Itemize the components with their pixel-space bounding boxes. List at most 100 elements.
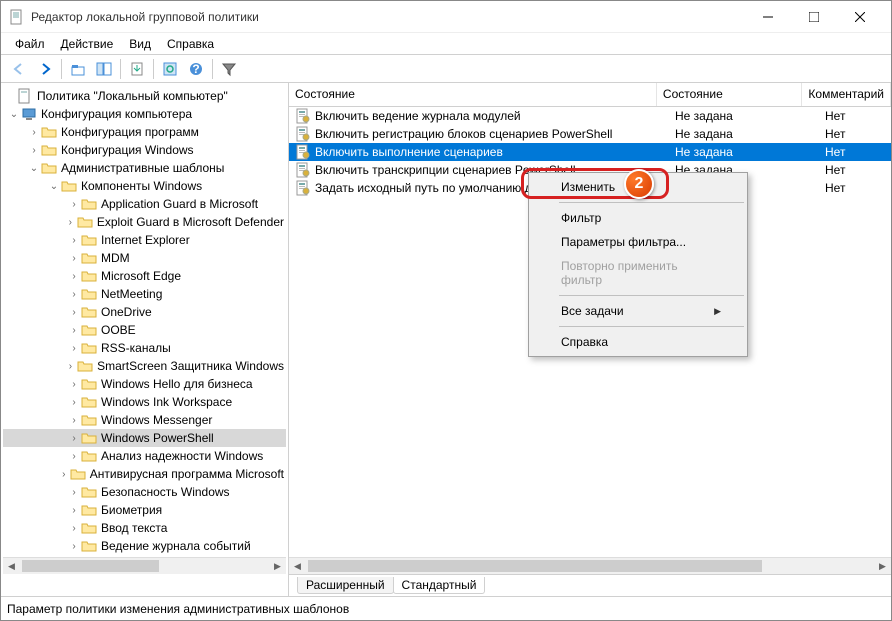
tree-item[interactable]: ›Анализ надежности Windows — [3, 447, 286, 465]
policy-state: Не задана — [669, 108, 819, 124]
menu-help[interactable]: Справка — [159, 35, 222, 53]
folder-icon — [81, 376, 97, 392]
tree-software[interactable]: › Конфигурация программ — [3, 123, 286, 141]
tree-item-label: OOBE — [99, 323, 138, 337]
show-hide-tree-button[interactable] — [92, 57, 116, 81]
folder-icon — [41, 160, 57, 176]
help-button[interactable]: ? — [184, 57, 208, 81]
tree-item[interactable]: ›OOBE — [3, 321, 286, 339]
tree-item-label: Windows PowerShell — [99, 431, 216, 445]
tree-item-label: Internet Explorer — [99, 233, 192, 247]
tree-item-label: SmartScreen Защитника Windows — [95, 359, 286, 373]
ctx-filter[interactable]: Фильтр — [531, 206, 745, 230]
tree-item-label: Application Guard в Microsoft — [99, 197, 260, 211]
tree-item-label: Антивирусная программа Microsoft — [88, 467, 286, 481]
policy-comment: Нет — [819, 108, 891, 124]
titlebar: Редактор локальной групповой политики — [1, 1, 891, 33]
column-comment[interactable]: Комментарий — [802, 83, 891, 106]
tree-windows-conf[interactable]: › Конфигурация Windows — [3, 141, 286, 159]
policy-state: Не задана — [669, 126, 819, 142]
tree-admin-templates[interactable]: ⌄ Административные шаблоны — [3, 159, 286, 177]
tree-item[interactable]: ›SmartScreen Защитника Windows — [3, 357, 286, 375]
export-button[interactable] — [125, 57, 149, 81]
tree-item-label: Exploit Guard в Microsoft Defender — [95, 215, 286, 229]
list-header: Состояние Состояние Комментарий — [289, 83, 891, 107]
tree-item[interactable]: ›Ведение журнала событий — [3, 537, 286, 555]
tree-root[interactable]: ▸ Политика "Локальный компьютер" — [3, 87, 286, 105]
policy-name: Включить выполнение сценариев — [315, 145, 503, 159]
folder-icon — [81, 250, 97, 266]
list-row[interactable]: Включить ведение журнала модулейНе задан… — [289, 107, 891, 125]
policy-comment: Нет — [819, 144, 891, 160]
policy-comment: Нет — [819, 162, 891, 178]
menu-view[interactable]: Вид — [121, 35, 159, 53]
list-hscrollbar[interactable]: ◀▶ — [289, 557, 891, 574]
content-area: ▸ Политика "Локальный компьютер" ⌄ Конфи… — [1, 83, 891, 596]
tree-item[interactable]: ›Application Guard в Microsoft — [3, 195, 286, 213]
folder-icon — [81, 268, 97, 284]
tree-hscrollbar[interactable]: ◀▶ — [3, 557, 286, 574]
tree-item[interactable]: ›Безопасность Windows — [3, 483, 286, 501]
tree-item[interactable]: ›RSS-каналы — [3, 339, 286, 357]
ctx-help[interactable]: Справка — [531, 330, 745, 354]
folder-icon — [61, 178, 77, 194]
menu-file[interactable]: Файл — [7, 35, 53, 53]
folder-icon — [81, 430, 97, 446]
up-button[interactable] — [66, 57, 90, 81]
list-row[interactable]: Включить выполнение сценариевНе заданаНе… — [289, 143, 891, 161]
ctx-separator — [559, 326, 744, 327]
tree-item-label: MDM — [99, 251, 132, 265]
refresh-button[interactable] — [158, 57, 182, 81]
tree-item[interactable]: ›Internet Explorer — [3, 231, 286, 249]
setting-icon — [295, 126, 311, 142]
tree-item[interactable]: ›Windows Ink Workspace — [3, 393, 286, 411]
tree-item[interactable]: ›Windows Hello для бизнеса — [3, 375, 286, 393]
tab-standard[interactable]: Стандартный — [393, 577, 486, 594]
step-badge: 2 — [624, 169, 654, 199]
maximize-button[interactable] — [791, 2, 837, 32]
tree-item[interactable]: ›Exploit Guard в Microsoft Defender — [3, 213, 286, 231]
menubar: Файл Действие Вид Справка — [1, 33, 891, 55]
ctx-reapply-filter: Повторно применить фильтр — [531, 254, 745, 292]
folder-icon — [81, 502, 97, 518]
back-button[interactable] — [7, 57, 31, 81]
tree-item[interactable]: ›Windows Messenger — [3, 411, 286, 429]
tree-win-components[interactable]: ⌄ Компоненты Windows — [3, 177, 286, 195]
setting-icon — [295, 144, 311, 160]
folder-icon — [81, 286, 97, 302]
ctx-all-tasks[interactable]: Все задачи▶ — [531, 299, 745, 323]
tree-item[interactable]: ›Антивирусная программа Microsoft — [3, 465, 286, 483]
window-controls — [745, 2, 883, 32]
tree-item-label: Анализ надежности Windows — [99, 449, 265, 463]
tree-computer-config[interactable]: ⌄ Конфигурация компьютера — [3, 105, 286, 123]
tree-pane: ▸ Политика "Локальный компьютер" ⌄ Конфи… — [1, 83, 289, 596]
tree-item[interactable]: ›NetMeeting — [3, 285, 286, 303]
tree-item[interactable]: ›Windows PowerShell — [3, 429, 286, 447]
tree-item[interactable]: ›Ввод текста — [3, 519, 286, 537]
folder-icon — [81, 448, 97, 464]
tab-extended[interactable]: Расширенный — [297, 577, 394, 594]
tree-item[interactable]: ›Microsoft Edge — [3, 267, 286, 285]
app-icon — [9, 9, 25, 25]
tree-item[interactable]: ›MDM — [3, 249, 286, 267]
list-row[interactable]: Включить регистрацию блоков сценариев Po… — [289, 125, 891, 143]
tree-item-label: Ведение журнала событий — [99, 539, 253, 553]
policy-name: Включить регистрацию блоков сценариев Po… — [315, 127, 612, 141]
view-tabs: Расширенный Стандартный — [289, 574, 891, 596]
minimize-button[interactable] — [745, 2, 791, 32]
tree-item[interactable]: ›Биометрия — [3, 501, 286, 519]
forward-button[interactable] — [33, 57, 57, 81]
policy-tree[interactable]: ▸ Политика "Локальный компьютер" ⌄ Конфи… — [3, 85, 286, 557]
column-name[interactable]: Состояние — [289, 83, 657, 106]
menu-action[interactable]: Действие — [53, 35, 122, 53]
tree-item[interactable]: ›OneDrive — [3, 303, 286, 321]
folder-icon — [81, 520, 97, 536]
policy-comment: Нет — [819, 126, 891, 142]
policy-comment: Нет — [819, 180, 891, 196]
ctx-filter-params[interactable]: Параметры фильтра... — [531, 230, 745, 254]
submenu-arrow-icon: ▶ — [714, 306, 721, 317]
tree-item-label: Windows Hello для бизнеса — [99, 377, 255, 391]
filter-button[interactable] — [217, 57, 241, 81]
column-state[interactable]: Состояние — [657, 83, 802, 106]
close-button[interactable] — [837, 2, 883, 32]
